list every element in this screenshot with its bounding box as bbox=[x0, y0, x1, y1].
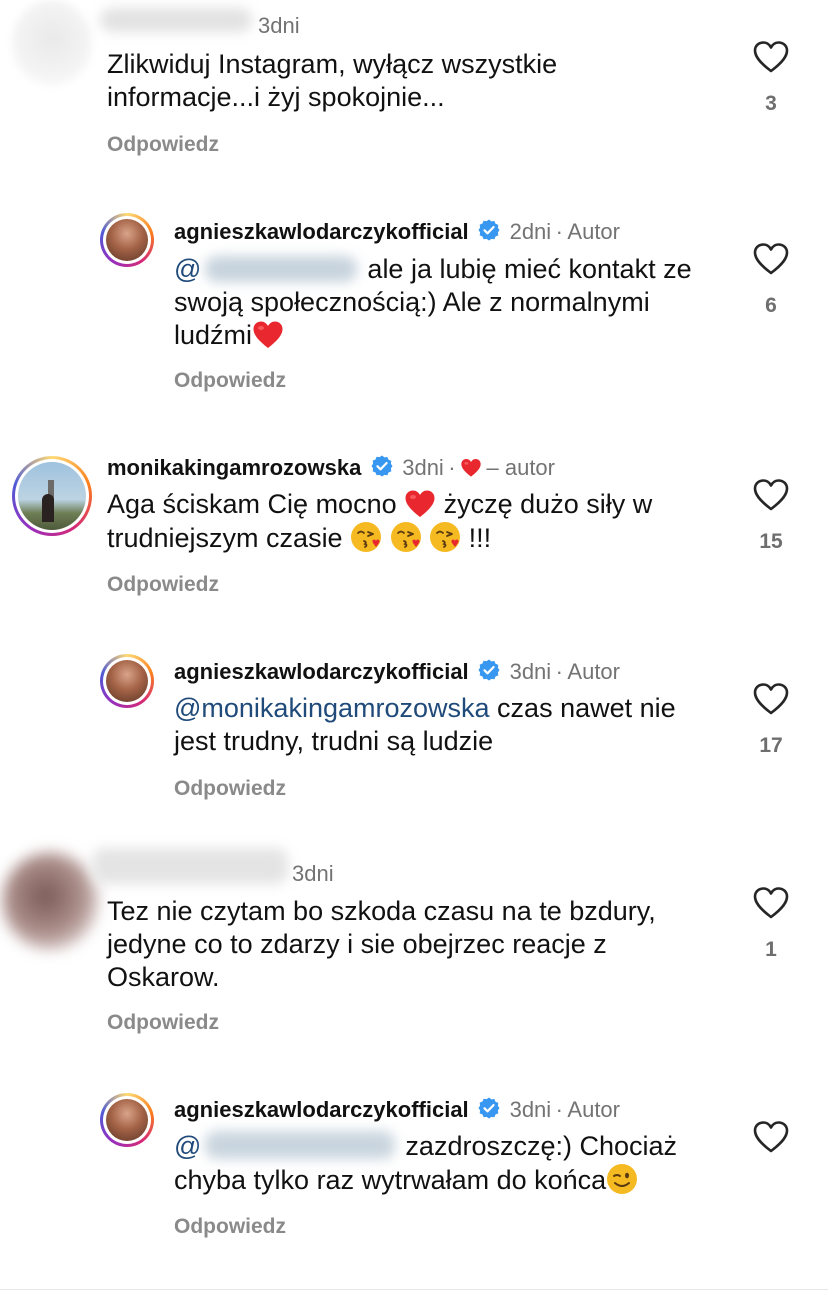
comment-text: @monikakingamrozowska czas nawet nie jes… bbox=[174, 693, 676, 756]
hidden-username[interactable] bbox=[92, 848, 288, 884]
like-count: 1 bbox=[765, 938, 777, 961]
reply-button[interactable]: Odpowiedz bbox=[174, 1215, 286, 1239]
mention-link[interactable]: @ bbox=[174, 254, 201, 284]
reply-button[interactable]: Odpowiedz bbox=[107, 573, 219, 597]
mention-link[interactable]: @monikakingamrozowska bbox=[174, 693, 490, 723]
avatar[interactable] bbox=[2, 852, 98, 950]
author-tag: Autor bbox=[567, 659, 620, 684]
comment-text: Tez nie czytam bo szkoda czasu na te bzd… bbox=[107, 896, 656, 992]
comment-time: 3dni bbox=[509, 1097, 552, 1122]
verified-badge-icon bbox=[477, 1096, 501, 1120]
separator: · bbox=[555, 659, 563, 684]
heart-outline-icon[interactable] bbox=[753, 40, 789, 74]
separator: · bbox=[448, 455, 456, 480]
comment-time: 2dni bbox=[509, 219, 552, 244]
username[interactable]: agnieszkawlodarczykofficial bbox=[174, 659, 469, 684]
face-blowing-kiss-emoji bbox=[429, 521, 461, 553]
mention-link[interactable]: @ bbox=[174, 1131, 201, 1161]
verified-badge-icon bbox=[477, 658, 501, 682]
comment-time: 3dni bbox=[258, 13, 300, 38]
verified-badge-icon bbox=[477, 218, 501, 242]
comment-text: Aga ściskam Cię mocno życzę dużo siły w … bbox=[107, 489, 653, 553]
reply-button[interactable]: Odpowiedz bbox=[174, 369, 286, 393]
comment-text: @ ale ja lubię mieć kontakt ze swoją społ… bbox=[174, 254, 692, 350]
hidden-username[interactable] bbox=[100, 8, 252, 32]
comment-time: 3dni bbox=[402, 455, 444, 480]
separator: · bbox=[555, 219, 563, 244]
username[interactable]: agnieszkawlodarczykofficial bbox=[174, 1097, 469, 1122]
avatar[interactable] bbox=[12, 456, 92, 536]
avatar[interactable] bbox=[100, 1093, 154, 1147]
separator: · bbox=[555, 1097, 563, 1122]
username[interactable]: agnieszkawlodarczykofficial bbox=[174, 219, 469, 244]
heart-outline-icon[interactable] bbox=[753, 682, 789, 716]
like-count: 17 bbox=[759, 734, 783, 757]
reply-button[interactable]: Odpowiedz bbox=[107, 133, 219, 157]
author-tag: Autor bbox=[567, 1097, 620, 1122]
like-count: 6 bbox=[765, 294, 777, 317]
heart-outline-icon[interactable] bbox=[753, 886, 789, 920]
verified-badge-icon bbox=[370, 454, 394, 478]
heart-outline-icon[interactable] bbox=[753, 478, 789, 512]
avatar[interactable] bbox=[100, 654, 154, 708]
reply-button[interactable]: Odpowiedz bbox=[174, 777, 286, 801]
avatar[interactable] bbox=[12, 0, 92, 86]
face-blowing-kiss-emoji bbox=[350, 521, 382, 553]
winking-face-emoji bbox=[606, 1163, 638, 1195]
hidden-mention bbox=[205, 256, 358, 282]
avatar[interactable] bbox=[100, 213, 154, 267]
like-count: 3 bbox=[765, 92, 777, 115]
heart-outline-icon[interactable] bbox=[753, 1120, 789, 1154]
red-heart-emoji bbox=[252, 320, 284, 350]
comment-time: 3dni bbox=[292, 861, 334, 886]
face-blowing-kiss-emoji bbox=[390, 521, 422, 553]
liked-by-author: – autor bbox=[486, 455, 556, 480]
author-tag: Autor bbox=[567, 219, 620, 244]
bottom-divider bbox=[0, 1289, 828, 1290]
reply-button[interactable]: Odpowiedz bbox=[107, 1011, 219, 1035]
red-heart-emoji bbox=[404, 489, 436, 519]
hidden-mention bbox=[205, 1131, 396, 1159]
username[interactable]: monikakingamrozowska bbox=[107, 455, 361, 480]
comment-text: @ zazdroszczę:) Chociaż chyba tylko raz w… bbox=[174, 1131, 678, 1195]
comment-text: Zlikwiduj Instagram, wyłącz wszystkie in… bbox=[107, 49, 558, 112]
like-count: 15 bbox=[759, 530, 783, 553]
comment-time: 3dni bbox=[509, 659, 552, 684]
red-heart-emoji bbox=[460, 458, 482, 478]
heart-outline-icon[interactable] bbox=[753, 242, 789, 276]
